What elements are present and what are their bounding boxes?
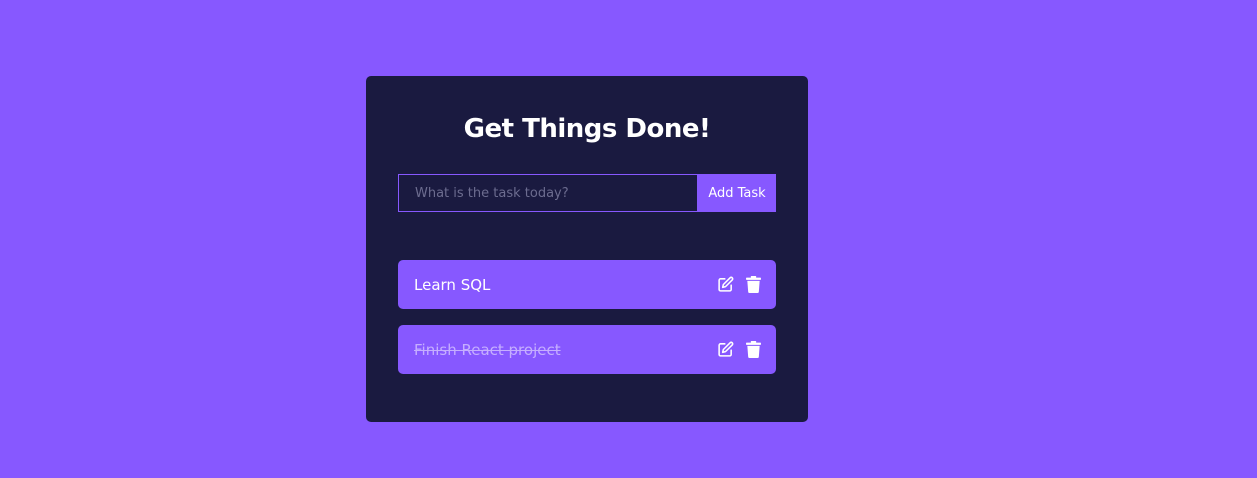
task-input[interactable] xyxy=(398,174,698,212)
trash-icon[interactable] xyxy=(744,276,762,294)
edit-icon[interactable] xyxy=(716,276,734,294)
edit-icon[interactable] xyxy=(716,341,734,359)
todo-item: Finish React project xyxy=(398,325,776,374)
todo-form: Add Task xyxy=(398,174,776,212)
todo-text[interactable]: Learn SQL xyxy=(414,276,490,294)
todo-text-completed[interactable]: Finish React project xyxy=(414,341,561,359)
todo-actions xyxy=(706,341,762,359)
trash-icon[interactable] xyxy=(744,341,762,359)
add-task-button[interactable]: Add Task xyxy=(698,174,776,212)
todo-list: Learn SQL Finish React project xyxy=(398,260,776,390)
page-title: Get Things Done! xyxy=(463,114,711,144)
todo-actions xyxy=(706,276,762,294)
todo-item: Learn SQL xyxy=(398,260,776,309)
todo-wrapper: Get Things Done! Add Task Learn SQL xyxy=(366,76,808,422)
